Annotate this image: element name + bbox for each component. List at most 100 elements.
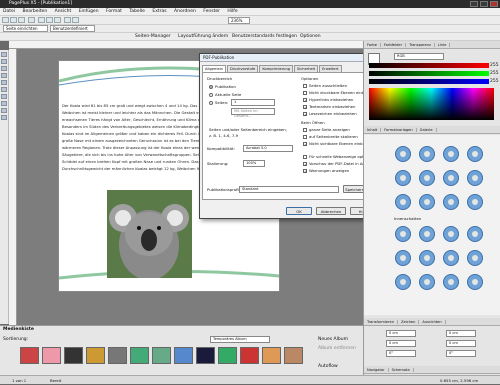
green-slider[interactable]	[369, 71, 489, 76]
media-thumb[interactable]	[152, 347, 171, 364]
menu-einfuegen[interactable]: Einfügen	[79, 9, 99, 14]
media-thumb[interactable]	[64, 347, 83, 364]
style-thumb[interactable]	[420, 275, 434, 289]
style-thumb[interactable]	[444, 275, 458, 289]
style-thumb[interactable]	[420, 195, 434, 209]
style-thumb[interactable]	[420, 227, 434, 241]
media-thumb[interactable]	[240, 347, 259, 364]
tab-allgemein[interactable]: Allgemein	[202, 65, 226, 72]
line-tool-icon[interactable]	[1, 94, 7, 99]
blue-slider[interactable]	[369, 79, 489, 84]
style-thumb[interactable]	[468, 251, 482, 265]
menu-anordnen[interactable]: Anordnen	[174, 9, 196, 14]
color-model-select[interactable]: RGB	[394, 53, 444, 60]
angle-field[interactable]: 0°	[386, 350, 416, 357]
red-slider[interactable]	[369, 63, 489, 68]
tab-inhalt[interactable]: Inhalt	[364, 128, 382, 132]
style-thumb[interactable]	[396, 251, 410, 265]
close-button[interactable]	[490, 1, 498, 7]
menu-extras[interactable]: Extras	[152, 9, 166, 14]
picture-tool-icon[interactable]	[1, 87, 7, 92]
zoom-tool-icon[interactable]	[1, 108, 7, 113]
page-style-field[interactable]: Benutzerdefiniert	[50, 25, 95, 32]
color-spectrum[interactable]	[369, 88, 494, 120]
tab-navigator[interactable]: Navigator	[364, 368, 389, 372]
profile-select[interactable]: Standard	[239, 186, 339, 193]
opt-hyperlinks[interactable]: Hyperlinks einbeziehen	[303, 96, 353, 104]
radio-seiten[interactable]: Seiten:	[209, 99, 228, 106]
menu-hilfe[interactable]: Hilfe	[227, 9, 237, 14]
style-thumb[interactable]	[444, 147, 458, 161]
compat-select[interactable]: Acrobat 5.0	[243, 145, 293, 152]
h-field[interactable]: 0 cm	[446, 340, 476, 347]
seiten-manager-button[interactable]: Seiten-Manager	[135, 34, 171, 39]
paste-icon[interactable]	[54, 17, 61, 23]
tab-ausrichten[interactable]: Ausrichten	[419, 320, 446, 324]
media-thumb[interactable]	[262, 347, 281, 364]
style-thumb[interactable]	[444, 227, 458, 241]
tab-sicherheit[interactable]: Sicherheit	[294, 65, 319, 72]
tab-formatvorlagen[interactable]: Formatvorlagen	[381, 128, 417, 132]
options-button[interactable]: Optionen	[300, 34, 321, 39]
tab-transformieren[interactable]: Transformieren	[364, 320, 398, 324]
zoom-field[interactable]: 236%	[228, 17, 250, 24]
redo-icon[interactable]	[72, 17, 79, 23]
style-thumb[interactable]	[396, 171, 410, 185]
media-thumb[interactable]	[218, 347, 237, 364]
style-thumb[interactable]	[444, 195, 458, 209]
style-thumb[interactable]	[396, 275, 410, 289]
media-thumb[interactable]	[108, 347, 127, 364]
menu-format[interactable]: Format	[106, 9, 122, 14]
style-thumb[interactable]	[396, 195, 410, 209]
menu-datei[interactable]: Datei	[3, 9, 15, 14]
media-thumb[interactable]	[130, 347, 149, 364]
koala-photo[interactable]	[107, 190, 192, 278]
minimize-button[interactable]	[470, 1, 478, 7]
ok-button[interactable]: OK	[286, 207, 312, 215]
style-thumb[interactable]	[444, 251, 458, 265]
autoflow-button[interactable]: Autoflow	[318, 363, 338, 370]
opt-seiten-ausschliessen[interactable]: Seiten ausschließen	[303, 82, 347, 89]
tab-zeichen[interactable]: Zeichen	[397, 320, 420, 324]
tab-galerie[interactable]: Galerie	[416, 128, 437, 132]
style-thumb[interactable]	[396, 147, 410, 161]
style-thumb[interactable]	[468, 275, 482, 289]
tab-linie[interactable]: Linie	[434, 43, 451, 47]
menu-ansicht[interactable]: Ansicht	[55, 9, 72, 14]
blue-value[interactable]: 255	[490, 79, 499, 84]
rotate-tool-icon[interactable]	[1, 59, 7, 64]
w-field[interactable]: 0 cm	[446, 330, 476, 337]
print-icon[interactable]	[28, 17, 35, 23]
opt-textmarken[interactable]: Textmarken einbeziehen	[303, 103, 355, 111]
pointer-tool-icon[interactable]	[1, 52, 7, 57]
open-seitenbreite[interactable]: auf Seitenbreite skalieren	[303, 133, 358, 140]
crop-tool-icon[interactable]	[1, 66, 7, 71]
tab-schemata[interactable]: Schemata	[388, 368, 414, 372]
seiten-dropdown[interactable]: Mit Seiten im Gesamt...	[231, 108, 275, 118]
tab-komprimierung[interactable]: Komprimierung	[259, 65, 294, 72]
tab-transparenz[interactable]: Transparenz	[406, 43, 435, 47]
style-thumb[interactable]	[420, 171, 434, 185]
tab-farbfelder[interactable]: Farbfelder	[380, 43, 407, 47]
scale-input[interactable]: 100%	[243, 160, 265, 167]
radio-publikation[interactable]: Publikation	[209, 83, 236, 90]
layout-button[interactable]: Layoutführung ändern	[178, 34, 228, 39]
save-icon[interactable]	[18, 17, 25, 23]
tab-erweitert[interactable]: Erweitert	[319, 65, 342, 72]
menu-fenster[interactable]: Fenster	[203, 9, 220, 14]
cut-icon[interactable]	[38, 17, 45, 23]
shape-tool-icon[interactable]	[1, 101, 7, 106]
album-select[interactable]: Temporäres Album	[210, 336, 270, 343]
text-tool-icon[interactable]	[1, 73, 7, 78]
style-thumb[interactable]	[468, 195, 482, 209]
menu-bearbeiten[interactable]: Bearbeiten	[22, 9, 47, 14]
copy-icon[interactable]	[46, 17, 53, 23]
page-setup-field[interactable]: Seite einrichten	[3, 25, 48, 32]
style-thumb[interactable]	[468, 171, 482, 185]
green-value[interactable]: 255	[490, 71, 499, 76]
media-thumb[interactable]	[86, 347, 105, 364]
style-thumb[interactable]	[420, 251, 434, 265]
menu-tabelle[interactable]: Tabelle	[129, 9, 145, 14]
style-thumb[interactable]	[420, 147, 434, 161]
body-text-frame[interactable]: Der Koala wird 61 bis 85 cm groß und wie…	[62, 102, 210, 172]
